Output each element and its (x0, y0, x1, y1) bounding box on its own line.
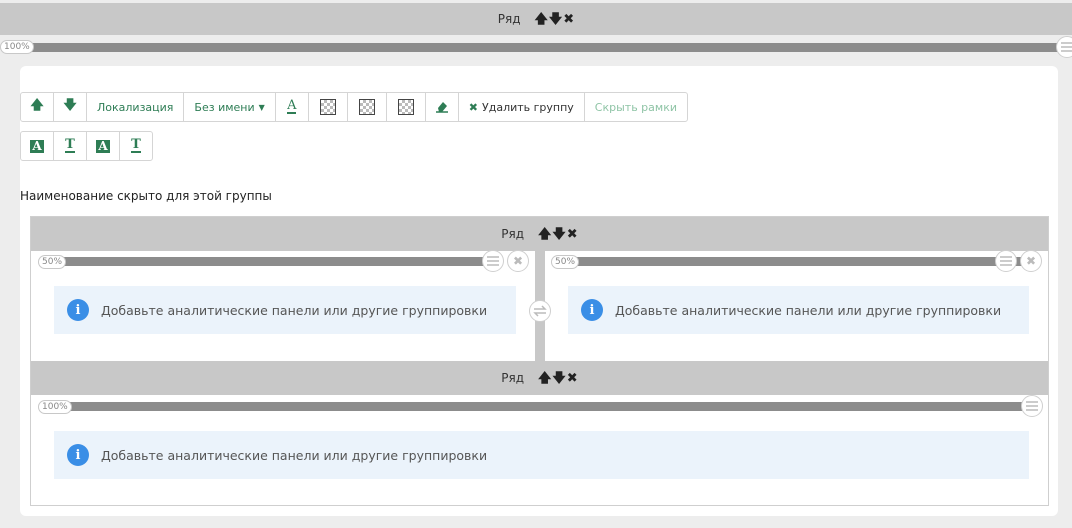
close-icon[interactable]: ✖ (563, 13, 574, 26)
content-text-button[interactable]: T (119, 131, 153, 161)
row-label: Ряд (501, 371, 525, 385)
move-down-icon[interactable]: 🡇 (552, 372, 565, 385)
close-icon: ✖ (468, 100, 479, 114)
inner-row-header-1: Ряд 🡅 🡇 ✖ (31, 217, 1048, 251)
arrow-down-icon: 🡇 (63, 98, 77, 113)
transparency-icon (358, 99, 375, 115)
width-percent-badge: 100% (0, 40, 34, 54)
close-icon[interactable]: ✖ (567, 228, 578, 241)
background-button-3[interactable] (385, 92, 426, 122)
caret-down-icon: ▼ (258, 102, 265, 112)
empty-column-notice: i Добавьте аналитические панели или друг… (568, 286, 1029, 334)
content-fill-button[interactable]: A (86, 131, 120, 161)
group-toolbar: 🡅 🡇 Локализация Без имени ▼ A ✖ Удалить гр… (20, 92, 688, 122)
width-percent-badge: 50% (38, 255, 67, 269)
arrow-up-icon: 🡅 (30, 98, 44, 113)
text-icon: T (131, 137, 141, 153)
localization-button[interactable]: Локализация (86, 92, 185, 122)
list-settings-icon[interactable] (482, 250, 504, 272)
row-label: Ряд (501, 227, 525, 241)
info-icon: i (67, 444, 89, 466)
notice-text: Добавьте аналитические панели или другие… (101, 447, 488, 463)
width-percent-badge: 50% (551, 255, 580, 269)
delete-group-button[interactable]: ✖ Удалить группу (457, 92, 585, 122)
notice-text: Добавьте аналитические панели или другие… (615, 302, 1002, 318)
top-row-header: Ряд 🡅 🡇 ✖ (0, 3, 1072, 35)
text-fill-icon: A (30, 139, 44, 153)
name-dropdown[interactable]: Без имени ▼ (183, 92, 276, 122)
notice-text: Добавьте аналитические панели или другие… (101, 302, 488, 318)
move-up-icon[interactable]: 🡅 (535, 13, 548, 26)
title-fill-button[interactable]: A (20, 131, 54, 161)
info-icon: i (67, 299, 89, 321)
remove-column-icon[interactable]: ✖ (1020, 250, 1042, 272)
list-settings-icon[interactable] (1021, 395, 1043, 417)
text-icon: T (65, 137, 75, 153)
font-color-button[interactable]: A (274, 92, 309, 122)
row-label: Ряд (497, 12, 521, 26)
move-up-button[interactable]: 🡅 (20, 92, 54, 122)
move-down-button[interactable]: 🡇 (53, 92, 87, 122)
name-dropdown-label: Без имени (194, 100, 255, 114)
hidden-name-caption: Наименование скрыто для этой группы (20, 189, 272, 203)
width-slider[interactable] (60, 257, 488, 266)
empty-row-notice: i Добавьте аналитические панели или друг… (54, 431, 1029, 479)
transparency-icon (397, 99, 414, 115)
background-button-2[interactable] (346, 92, 387, 122)
text-fill-icon: A (96, 139, 110, 153)
move-down-icon[interactable]: 🡇 (549, 13, 562, 26)
info-icon: i (581, 299, 603, 321)
width-slider[interactable] (62, 402, 1022, 411)
width-slider[interactable] (22, 43, 1062, 52)
width-slider[interactable] (574, 257, 1022, 266)
empty-column-notice: i Добавьте аналитические панели или друг… (54, 286, 516, 334)
background-button-1[interactable] (307, 92, 348, 122)
font-color-icon: A (287, 98, 297, 114)
list-settings-icon[interactable] (995, 250, 1017, 272)
eraser-icon (435, 99, 449, 116)
inner-row-header-2: Ряд 🡅 🡇 ✖ (31, 361, 1048, 395)
list-settings-icon[interactable] (1056, 36, 1072, 58)
delete-group-label: Удалить группу (482, 100, 574, 114)
move-down-icon[interactable]: 🡇 (552, 228, 565, 241)
close-icon[interactable]: ✖ (567, 372, 578, 385)
width-percent-badge: 100% (38, 400, 72, 414)
hide-borders-button[interactable]: Скрыть рамки (583, 92, 688, 122)
title-text-button[interactable]: T (53, 131, 87, 161)
move-up-icon[interactable]: 🡅 (538, 372, 551, 385)
remove-column-icon[interactable]: ✖ (507, 250, 529, 272)
swap-columns-icon[interactable] (529, 300, 551, 322)
transparency-icon (319, 99, 336, 115)
eraser-button[interactable] (424, 92, 459, 122)
text-style-toolbar: A T A T (20, 131, 153, 161)
move-up-icon[interactable]: 🡅 (538, 228, 551, 241)
